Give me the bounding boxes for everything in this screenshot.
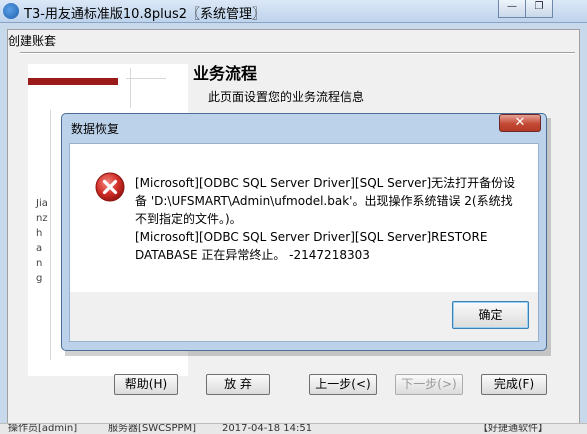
dialog-title: 数据恢复	[71, 122, 120, 136]
prev-step-button[interactable]: 上一步(<)	[309, 374, 377, 395]
ok-button[interactable]: 确定	[452, 301, 529, 329]
status-bar: 操作员[admin] 服务器[SWCSPPM] 2017-04-18 14:51…	[0, 423, 587, 434]
finish-button[interactable]: 完成(F)	[481, 374, 547, 395]
error-message-line: 备 'D:\UFSMART\Admin\ufmodel.bak'。出现操作系统错…	[135, 194, 513, 208]
window-title: T3-用友通标准版10.8plus2〖系统管理〗	[24, 7, 265, 22]
error-message: [Microsoft][ODBC SQL Server Driver][SQL …	[135, 174, 515, 264]
error-message-line: [Microsoft][ODBC SQL Server Driver][SQL …	[135, 176, 516, 190]
banner-deco-line	[130, 68, 131, 108]
error-message-line: [Microsoft][ODBC SQL Server Driver][SQL …	[135, 230, 488, 244]
error-message-line: 不到指定的文件。)。	[135, 212, 242, 226]
close-icon: ✕	[514, 115, 526, 130]
app-logo-icon	[3, 3, 19, 19]
minimize-button[interactable]: —	[498, 0, 526, 18]
error-icon	[95, 172, 125, 202]
banner-deco-line	[126, 78, 166, 79]
help-button[interactable]: 帮助(H)	[114, 374, 178, 395]
dialog-close-button[interactable]: ✕	[499, 114, 541, 132]
banner-deco-line	[50, 110, 51, 360]
banner-vertical-text: Jianzhang	[36, 198, 48, 284]
minimize-icon: —	[507, 1, 517, 12]
abandon-button[interactable]: 放 弃	[206, 374, 270, 395]
page-title: 业务流程	[193, 64, 258, 83]
wizard-title: 创建账套	[8, 34, 57, 48]
error-message-line: DATABASE 正在异常终止。 -2147218303	[135, 248, 370, 262]
wizard-separator	[20, 52, 575, 54]
page-description: 此页面设置您的业务流程信息	[208, 90, 365, 104]
next-step-button[interactable]: 下一步(>)	[395, 374, 463, 395]
banner-accent-bar	[28, 78, 118, 85]
restore-button[interactable]: ❐	[525, 0, 553, 18]
restore-icon: ❐	[534, 1, 544, 12]
